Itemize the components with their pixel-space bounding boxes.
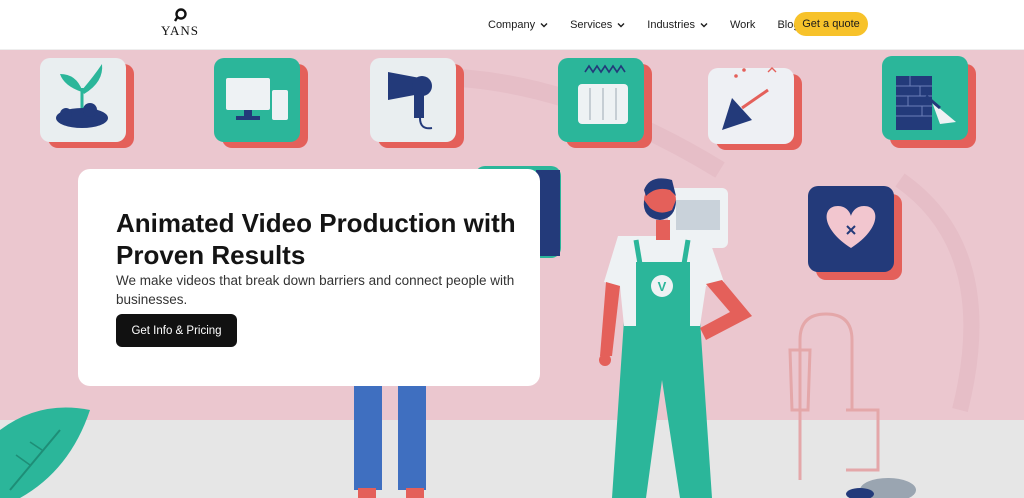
overall-badge-letter: V [658, 279, 667, 294]
hero-card: Animated Video Production with Proven Re… [78, 169, 540, 386]
nav-label: Work [729, 19, 756, 31]
nav-label: Company [488, 19, 536, 31]
scraper-icon [708, 67, 802, 150]
nav-label: Industries [647, 19, 695, 31]
logo-text: YANS [161, 23, 199, 38]
get-info-pricing-button[interactable]: Get Info & Pricing [116, 314, 237, 347]
chevron-down-icon [700, 23, 708, 28]
plant-icon [40, 58, 134, 148]
nav-item-company[interactable]: Company [488, 19, 548, 31]
computer-icon [214, 58, 308, 148]
site-header: YANS Company Services Industries Work Bl… [0, 0, 1024, 50]
heart-icon [808, 186, 902, 280]
hero-subtitle: We make videos that break down barriers … [116, 273, 515, 307]
get-a-quote-button[interactable]: Get a quote [794, 12, 868, 36]
hero-title: Animated Video Production with Proven Re… [116, 208, 516, 270]
hair-dryer-icon [370, 58, 464, 148]
nav-item-work[interactable]: Work [730, 19, 755, 31]
nav-label: Services [570, 19, 613, 31]
nav-item-industries[interactable]: Industries [647, 19, 708, 31]
brick-wall-icon [882, 56, 976, 148]
logo[interactable]: YANS [160, 8, 200, 42]
main-nav: Company Services Industries Work Blog [488, 0, 821, 50]
hero-section: V Animated Video Production with Proven … [0, 50, 1024, 498]
heater-icon [558, 58, 652, 148]
logo-magnifier-icon [173, 8, 187, 22]
nav-item-services[interactable]: Services [570, 19, 625, 31]
chevron-down-icon [540, 23, 548, 28]
chevron-down-icon [617, 23, 625, 28]
